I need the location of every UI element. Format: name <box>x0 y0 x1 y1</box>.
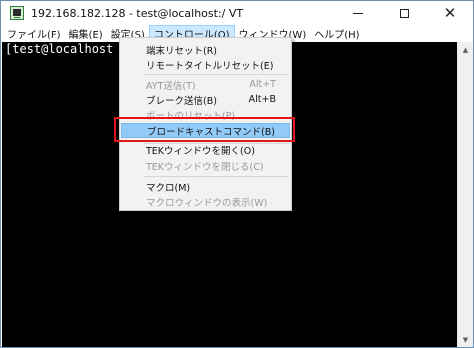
window-controls: ✕ <box>335 1 473 25</box>
menu-item-label: TEKウィンドウを閉じる(C) <box>146 161 264 173</box>
minimize-icon <box>353 12 363 14</box>
menu-item-send-break[interactable]: ブレーク送信(B) Alt+B <box>121 92 290 107</box>
menu-separator <box>144 74 289 75</box>
menu-file[interactable]: ファイル(F) <box>1 25 65 42</box>
menu-item-reset-terminal[interactable]: 端末リセット(R) <box>121 42 290 57</box>
menu-item-shortcut: Alt+T <box>249 79 276 90</box>
menu-item-shortcut: Alt+B <box>248 94 276 105</box>
menu-item-label: ブレーク送信(B) <box>146 95 217 107</box>
scroll-up-icon[interactable]: ▲ <box>458 42 473 57</box>
terminal-app-icon[interactable] <box>10 6 24 20</box>
close-button[interactable]: ✕ <box>427 1 473 25</box>
menu-item-label: リモートタイトルリセット(E) <box>146 60 274 72</box>
menu-help[interactable]: ヘルプ(H) <box>310 25 363 42</box>
menu-item-send-ayt: AYT送信(T) Alt+T <box>121 77 290 92</box>
menu-item-show-macro-window: マクロウィンドウの表示(W) <box>121 194 290 209</box>
vertical-scrollbar[interactable]: ▲ ▼ <box>457 42 473 347</box>
menu-item-label: マクロ(M) <box>146 182 191 194</box>
menu-item-reset-remote-title[interactable]: リモートタイトルリセット(E) <box>121 57 290 72</box>
menu-item-label: マクロウィンドウの表示(W) <box>146 197 268 209</box>
scroll-down-icon[interactable]: ▼ <box>458 332 473 347</box>
menu-item-macro[interactable]: マクロ(M) <box>121 179 290 194</box>
close-icon: ✕ <box>443 3 457 22</box>
menu-item-label: TEKウィンドウを開く(O) <box>146 145 255 157</box>
minimize-button[interactable] <box>335 1 381 25</box>
menu-item-open-tek-window[interactable]: TEKウィンドウを開く(O) <box>121 142 290 157</box>
maximize-button[interactable] <box>381 1 427 25</box>
maximize-icon <box>399 8 409 18</box>
window-title: 192.168.182.128 - test@localhost:/ VT <box>31 6 244 20</box>
menu-item-label: 端末リセット(R) <box>146 45 218 57</box>
annotation-highlight-box <box>114 117 295 142</box>
menu-separator <box>144 176 289 177</box>
menu-item-close-tek-window: TEKウィンドウを閉じる(C) <box>121 158 290 173</box>
menu-item-label: AYT送信(T) <box>146 80 196 92</box>
title-bar[interactable]: 192.168.182.128 - test@localhost:/ VT ✕ <box>1 1 473 25</box>
menu-edit[interactable]: 編集(E) <box>65 25 107 42</box>
